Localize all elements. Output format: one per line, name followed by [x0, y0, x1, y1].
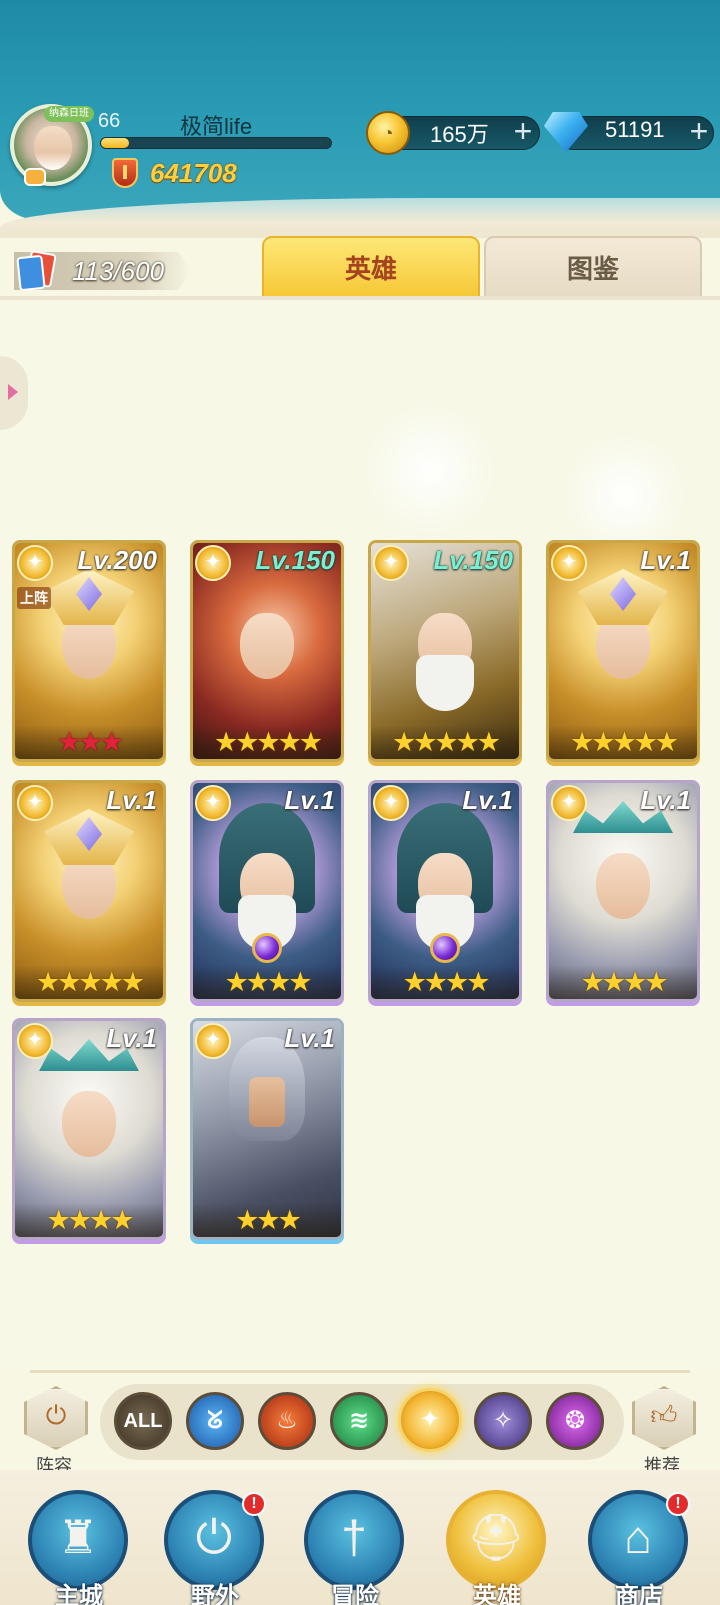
sparkle-glow	[360, 400, 500, 540]
tab-heroes[interactable]: 英雄	[262, 236, 480, 298]
hero-stars: ★★★★	[549, 965, 697, 999]
nav-wild[interactable]: ⏻ ! 野外	[160, 1490, 270, 1605]
hero-level: Lv.1	[640, 545, 691, 575]
filter-dark-icon[interactable]: ✧	[474, 1392, 532, 1450]
nav-heroes-label: 英雄	[473, 1583, 521, 1605]
hero-level: Lv.1	[462, 785, 513, 815]
nav-adventure[interactable]: † 冒险	[300, 1490, 410, 1605]
helmet-icon: ⛑	[466, 1511, 526, 1563]
hero-helmet	[44, 569, 134, 625]
avatar-badge-icon	[24, 168, 46, 186]
light-faction-icon: ✦	[551, 785, 587, 821]
add-gold-button[interactable]: +	[508, 115, 538, 148]
avatar-face	[34, 126, 72, 170]
hero-stars: ★★★★★	[371, 725, 519, 759]
hero-level: Lv.1	[640, 785, 691, 815]
hero-stars: ★★★	[15, 725, 163, 759]
gold-amount: 165万	[430, 122, 489, 147]
gem-amount: 51191	[605, 117, 665, 142]
nav-main-city-label: 主城	[55, 1583, 103, 1605]
hero-card[interactable]: ✦ Lv.1 ★★★★	[12, 1018, 166, 1240]
light-faction-icon: ✦	[195, 1023, 231, 1059]
filter-fire-icon[interactable]: ♨	[258, 1392, 316, 1450]
hero-level: Lv.150	[255, 545, 335, 575]
combat-power: 641708	[150, 158, 237, 188]
notification-badge: !	[666, 1492, 690, 1516]
hero-stars: ★★★★★	[15, 965, 163, 999]
hero-level: Lv.1	[284, 1023, 335, 1053]
hero-face	[40, 1081, 138, 1211]
hero-card[interactable]: ✦ Lv.200 上阵 ★★★	[12, 540, 166, 762]
hero-card[interactable]: ✦ Lv.1 ★★★★	[190, 780, 344, 1002]
hero-stars: ★★★★	[371, 965, 519, 999]
tab-atlas[interactable]: 图鉴	[484, 236, 702, 298]
light-faction-icon: ✦	[17, 1023, 53, 1059]
filter-light-icon[interactable]: ✦	[398, 1388, 462, 1452]
shield-power-icon	[112, 158, 138, 188]
hero-card[interactable]: ✦ Lv.150 ★★★★★	[190, 540, 344, 762]
hero-level: Lv.200	[77, 545, 157, 575]
hero-stars: ★★★★	[193, 965, 341, 999]
filter-water-icon[interactable]: ᘜ	[186, 1392, 244, 1450]
hero-helmet	[44, 809, 134, 865]
gold-coin-icon: ◔	[366, 111, 410, 155]
hero-orb	[252, 933, 282, 963]
hero-stars: ★★★	[193, 1203, 341, 1237]
hero-card[interactable]: ✦ Lv.1 ★★★★★	[546, 540, 700, 762]
hero-cards-icon	[16, 250, 60, 292]
hero-level: Lv.1	[106, 1023, 157, 1053]
light-faction-icon: ✦	[195, 785, 231, 821]
player-avatar[interactable]: 纳森日班	[10, 104, 94, 186]
thumbs-up-icon: 👍︎	[650, 1400, 678, 1430]
hero-level: Lv.1	[106, 785, 157, 815]
hero-stars: ★★★★★	[193, 725, 341, 759]
hero-card[interactable]: ✦ Lv.1 ★★★★	[546, 780, 700, 1002]
light-faction-icon: ✦	[17, 785, 53, 821]
notification-badge: !	[242, 1492, 266, 1516]
nav-main-city[interactable]: ♜ 主城	[24, 1490, 134, 1605]
lineup-icon: ⏻	[45, 1400, 67, 1430]
exp-bar-fill	[101, 138, 129, 148]
hero-face	[574, 843, 672, 973]
light-faction-icon: ✦	[373, 785, 409, 821]
filter-all-button[interactable]: ALL	[114, 1392, 172, 1450]
nav-heroes[interactable]: ⛑ 英雄	[442, 1490, 552, 1605]
nav-shop-label: 商店	[615, 1583, 663, 1605]
recommend-button[interactable]: 👍︎	[632, 1386, 696, 1450]
light-faction-icon: ✦	[195, 545, 231, 581]
deployed-tag: 上阵	[17, 587, 51, 609]
portal-icon: ⏻	[195, 1511, 233, 1563]
hero-level: Lv.1	[284, 785, 335, 815]
nav-shop[interactable]: ⌂ ! 商店	[584, 1490, 694, 1605]
sword-icon: †	[341, 1511, 367, 1563]
hero-level: Lv.150	[433, 545, 513, 575]
hero-face	[240, 613, 294, 679]
hero-stars: ★★★★	[15, 1203, 163, 1237]
nav-adventure-label: 冒险	[331, 1583, 379, 1605]
hero-beard	[416, 655, 474, 711]
hero-orb	[430, 933, 460, 963]
avatar-ribbon: 纳森日班	[44, 106, 94, 122]
filter-divider	[30, 1370, 690, 1373]
filter-void-icon[interactable]: ❂	[546, 1392, 604, 1450]
shop-icon: ⌂	[624, 1511, 652, 1563]
castle-icon: ♜	[57, 1511, 99, 1563]
card-front-icon	[16, 254, 46, 292]
filter-wind-icon[interactable]: ≋	[330, 1392, 388, 1450]
add-gems-button[interactable]: +	[684, 115, 714, 148]
hero-card[interactable]: ✦ Lv.1 ★★★★★	[12, 780, 166, 1002]
light-faction-icon: ✦	[17, 545, 53, 581]
exp-bar	[100, 137, 332, 149]
hero-card[interactable]: ✦ Lv.1 ★★★	[190, 1018, 344, 1240]
hero-stars: ★★★★★	[549, 725, 697, 759]
lineup-button[interactable]: ⏻	[24, 1386, 88, 1450]
hero-card[interactable]: ✦ Lv.150 ★★★★★	[368, 540, 522, 762]
player-level: 66	[98, 110, 121, 132]
hero-helmet	[578, 569, 668, 625]
light-faction-icon: ✦	[551, 545, 587, 581]
hero-card[interactable]: ✦ Lv.1 ★★★★	[368, 780, 522, 1002]
light-faction-icon: ✦	[373, 545, 409, 581]
nav-wild-label: 野外	[191, 1583, 239, 1605]
hero-count: 113/600	[72, 256, 165, 286]
